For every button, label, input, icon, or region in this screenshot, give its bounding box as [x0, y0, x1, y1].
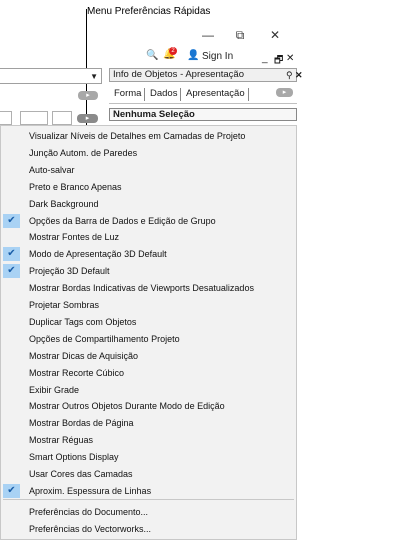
menu-item[interactable]: ✔ Projeção 3D Default [1, 263, 296, 279]
object-info-title-bar: Info de Objetos - Apresentação ⚲ ✕ [109, 68, 303, 82]
menu-item[interactable]: ✔ Opções da Barra de Dados e Edição de Gr… [1, 213, 296, 229]
menu-item-label: Preto e Branco Apenas [29, 181, 122, 192]
tab-divider [144, 88, 145, 101]
menu-item[interactable]: ✔Opções de Compartilhamento Projeto [1, 331, 296, 347]
menu-item-label: Duplicar Tags com Objetos [29, 316, 137, 327]
menu-item-label: Mostrar Réguas [29, 435, 94, 446]
menu-item-label: Opções de Compartilhamento Projeto [29, 333, 180, 344]
menu-item[interactable]: ✔Junção Autom. de Paredes [1, 145, 296, 161]
object-info-options-button[interactable]: ▸ [276, 88, 293, 97]
menu-item[interactable]: ✔Exibir Grade [1, 382, 296, 398]
checkmark-icon: ✔ [3, 247, 20, 262]
menu-item[interactable]: ✔Mostrar Recorte Cúbico [1, 365, 296, 381]
menu-item-label: Mostrar Bordas de Página [29, 418, 134, 429]
tab-dados[interactable]: Dados [148, 85, 179, 103]
menu-item[interactable]: ✔Mostrar Bordas Indicativas de Viewports… [1, 280, 296, 296]
menu-item-label: Auto-salvar [29, 164, 75, 175]
tool-button[interactable] [0, 111, 12, 125]
panel-close-button[interactable]: ✕ [286, 53, 294, 64]
minimize-button[interactable]: — [201, 28, 215, 42]
menu-item-label: Visualizar Níveis de Detalhes em Camadas… [29, 131, 246, 141]
menu-item-label: Mostrar Bordas Indicativas de Viewports … [29, 283, 254, 294]
menu-item[interactable]: ✔Duplicar Tags com Objetos [1, 314, 296, 330]
tabs-divider [109, 103, 297, 104]
menu-item-label: Projetar Sombras [29, 300, 100, 310]
menu-item-label: Mostrar Fontes de Luz [29, 232, 120, 243]
menu-item-label: Exibir Grade [29, 384, 80, 395]
left-panel-options-button[interactable]: ▸ [78, 91, 98, 100]
sign-in-link[interactable]: Sign In [202, 51, 233, 62]
left-panel-dropdown[interactable]: ▼ [0, 68, 102, 84]
object-info-title: Info de Objetos - Apresentação [113, 69, 244, 80]
notification-badge: 2 [169, 47, 177, 55]
tool-dropdown-button[interactable] [20, 111, 48, 125]
menu-item[interactable]: ✔Dark Background [1, 196, 296, 212]
tab-divider [180, 88, 181, 101]
menu-item-label: Dark Background [29, 198, 99, 209]
menu-item-preferences[interactable]: Preferências do Vectorworks... [1, 521, 296, 537]
tab-forma[interactable]: Forma [112, 85, 143, 103]
selection-status: Nenhuma Seleção [109, 108, 297, 121]
quick-preferences-menu: ✔ Visualizar Níveis de Detalhes em Camada… [0, 125, 297, 540]
user-icon: 👤 [187, 50, 200, 61]
tab-divider [248, 88, 249, 101]
menu-item[interactable]: ✔Usar Cores das Camadas [1, 466, 296, 482]
pin-icon[interactable]: ⚲ [286, 69, 293, 81]
menu-item[interactable]: ✔ Aproxim. Espessura de Linhas [1, 483, 296, 499]
search-icon[interactable]: 🔍 [146, 50, 158, 61]
menu-item[interactable]: ✔ Modo de Apresentação 3D Default [1, 246, 296, 262]
tool-dropdown-button[interactable] [52, 111, 72, 125]
menu-item[interactable]: ✔Auto-salvar [1, 162, 296, 178]
notification-icon[interactable]: 🔔 2 [163, 47, 177, 60]
chevron-down-icon: ▼ [90, 72, 98, 81]
menu-item-label: Aproxim. Espessura de Linhas [29, 485, 152, 496]
menu-item-label: Usar Cores das Camadas [29, 469, 133, 479]
close-window-button[interactable]: ✕ [268, 28, 282, 42]
menu-item-label: Mostrar Outros Objetos Durante Modo de E… [29, 401, 225, 412]
panel-minimize-button[interactable]: _ [262, 53, 268, 64]
checkmark-icon: ✔ [3, 213, 20, 228]
menu-item[interactable]: ✔Visualizar Níveis de Detalhes em Camada… [1, 128, 296, 144]
menu-divider [3, 499, 294, 500]
checkmark-icon: ✔ [3, 483, 20, 498]
menu-item-label: Opções da Barra de Dados e Edição de Gru… [29, 215, 216, 226]
tab-apresentacao[interactable]: Apresentação [184, 85, 247, 103]
menu-item[interactable]: ✔Projetar Sombras [1, 297, 296, 313]
quick-prefs-menu-button[interactable]: ▸ [77, 114, 98, 123]
menu-item-label: Junção Autom. de Paredes [29, 147, 138, 158]
menu-item[interactable]: ✔Preto e Branco Apenas [1, 179, 296, 195]
menu-item-label: Projeção 3D Default [29, 266, 110, 277]
menu-item-label: Smart Options Display [29, 452, 119, 463]
close-icon[interactable]: ✕ [295, 69, 303, 81]
menu-item-label: Mostrar Dicas de Aquisição [29, 350, 139, 361]
menu-item[interactable]: ✔Mostrar Outros Objetos Durante Modo de … [1, 398, 296, 414]
menu-item[interactable]: ✔Smart Options Display [1, 449, 296, 465]
checkmark-icon: ✔ [3, 264, 20, 279]
restore-button[interactable]: ⧉ [233, 28, 247, 43]
menu-item-label: Preferências do Vectorworks... [29, 524, 152, 534]
menu-item[interactable]: ✔Mostrar Bordas de Página [1, 415, 296, 431]
menu-item-label: Modo de Apresentação 3D Default [29, 249, 167, 260]
menu-item[interactable]: ✔Mostrar Fontes de Luz [1, 229, 296, 245]
menu-item[interactable]: ✔Mostrar Réguas [1, 432, 296, 448]
callout-label: Menu Preferências Rápidas [87, 6, 211, 17]
menu-item-label: Mostrar Recorte Cúbico [29, 367, 125, 378]
menu-item-preferences[interactable]: Preferências do Documento... [1, 504, 296, 520]
menu-item-label: Preferências do Documento... [29, 507, 149, 517]
menu-item[interactable]: ✔Mostrar Dicas de Aquisição [1, 348, 296, 364]
